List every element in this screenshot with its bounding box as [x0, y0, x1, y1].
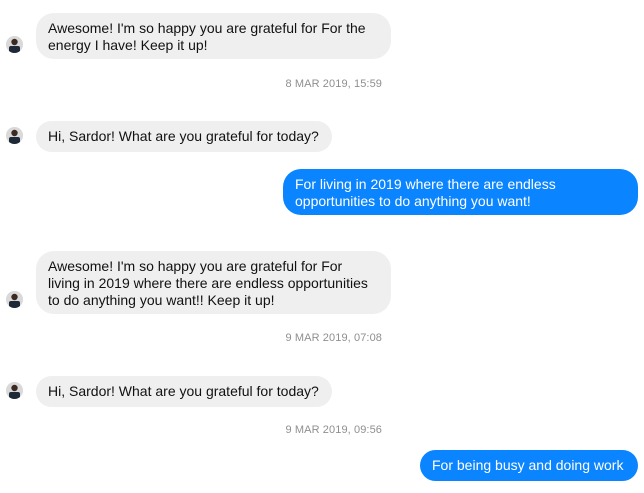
message-timestamp: 9 MAR 2019, 09:56 — [285, 424, 382, 436]
sender-avatar-icon[interactable] — [6, 291, 23, 308]
outgoing-message: For living in 2019 where there are endle… — [283, 169, 638, 215]
incoming-message: Awesome! I'm so happy you are grateful f… — [36, 13, 391, 59]
incoming-message: Hi, Sardor! What are you grateful for to… — [36, 121, 332, 152]
message-timestamp: 8 MAR 2019, 15:59 — [285, 78, 382, 90]
incoming-message: Hi, Sardor! What are you grateful for to… — [36, 376, 332, 407]
sender-avatar-icon[interactable] — [6, 127, 23, 144]
outgoing-message: For being busy and doing work — [420, 450, 638, 481]
sender-avatar-icon[interactable] — [6, 36, 23, 53]
incoming-message: Awesome! I'm so happy you are grateful f… — [36, 251, 391, 314]
chat-thread: Awesome! I'm so happy you are grateful f… — [0, 0, 644, 493]
sender-avatar-icon[interactable] — [6, 382, 23, 399]
message-timestamp: 9 MAR 2019, 07:08 — [285, 332, 382, 344]
